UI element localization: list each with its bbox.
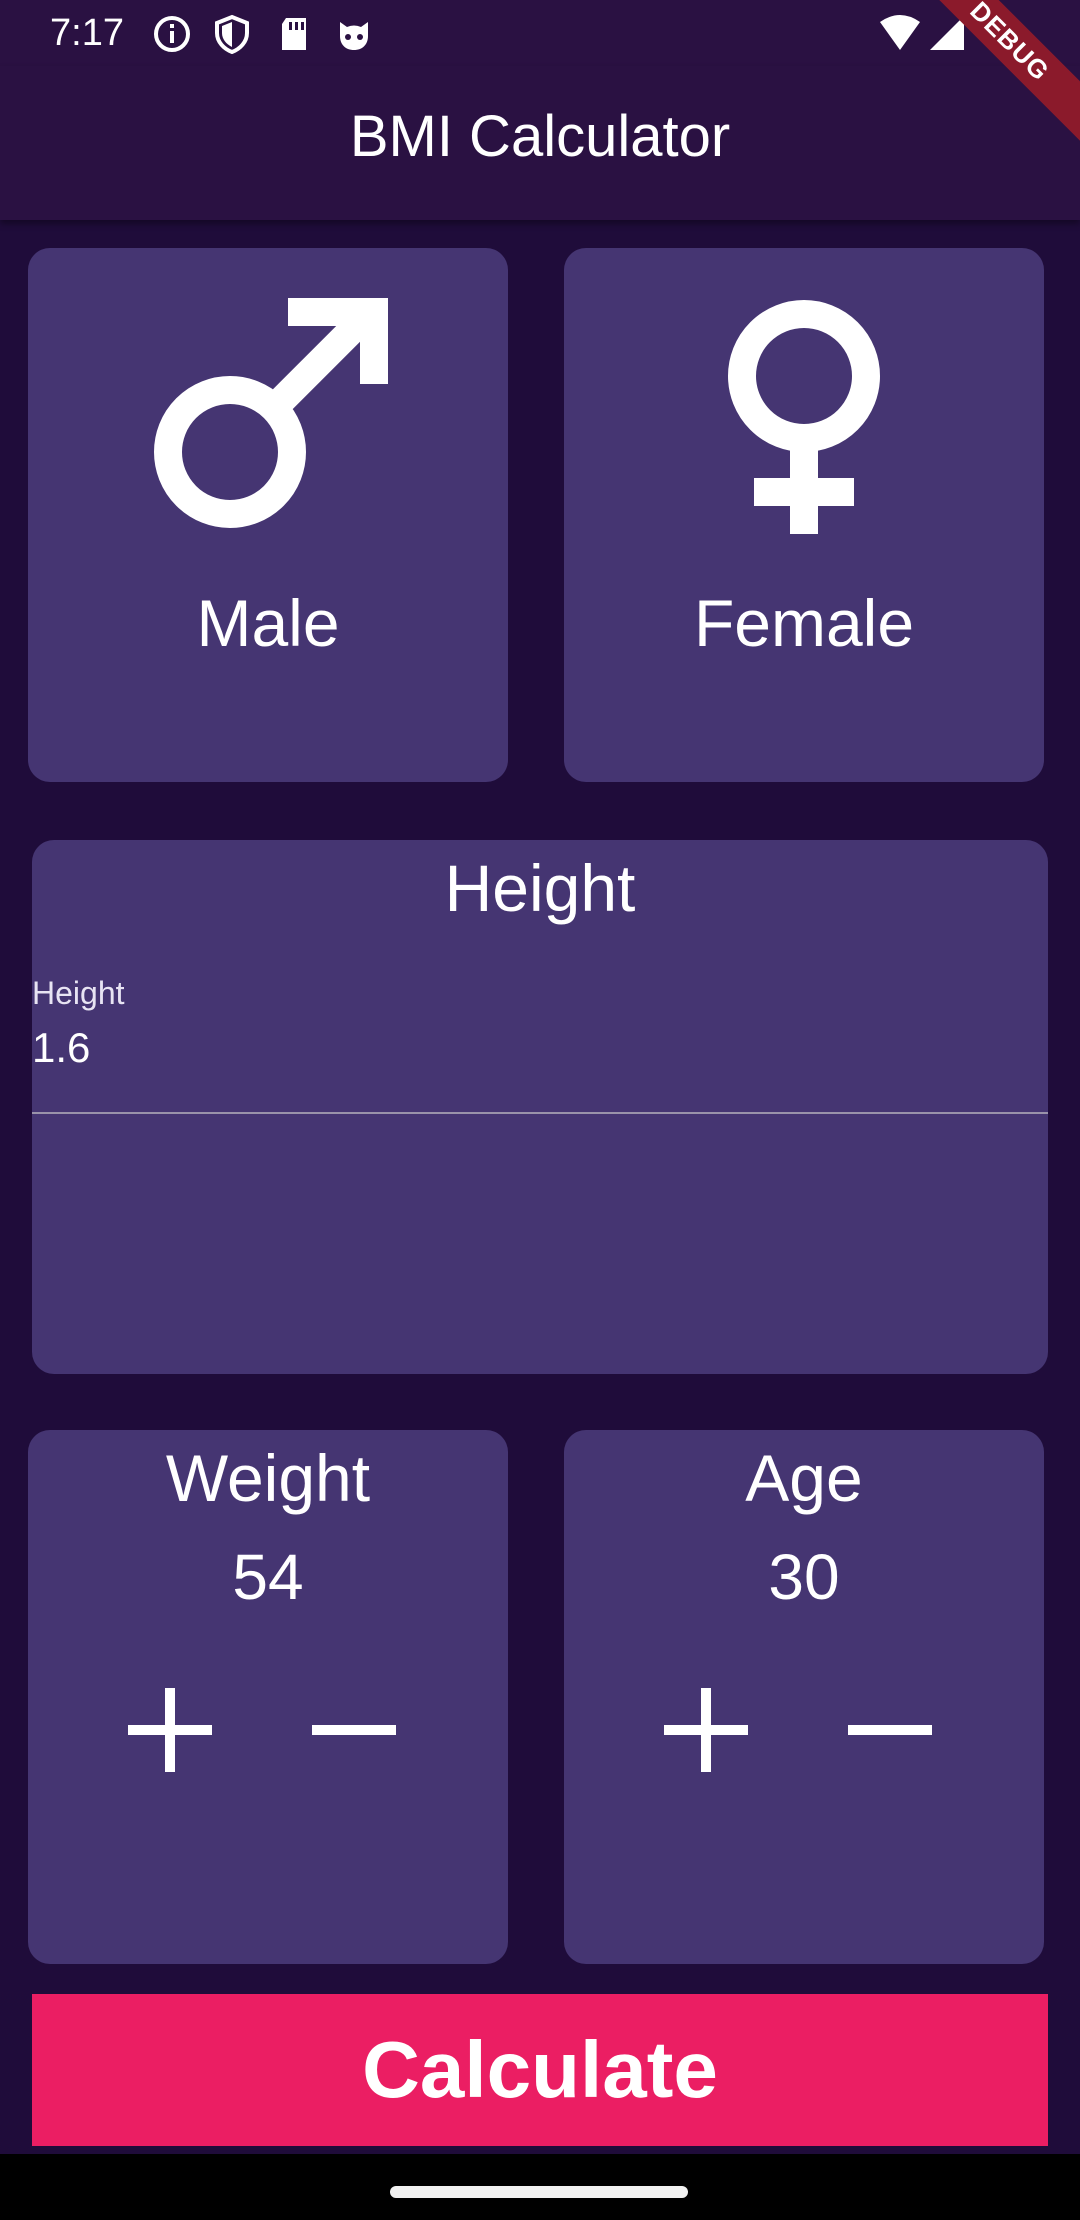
height-field-label: Height <box>32 975 125 1011</box>
minus-icon <box>848 1725 932 1735</box>
age-value: 30 <box>768 1541 840 1613</box>
app-title: BMI Calculator <box>349 104 731 169</box>
plus-icon <box>128 1688 212 1772</box>
weight-card: Weight 54 <box>28 1430 508 1964</box>
sd-card-icon <box>274 14 314 54</box>
home-gesture-handle[interactable] <box>390 2186 688 2198</box>
status-time: 7:17 <box>50 12 124 54</box>
female-card[interactable]: Female <box>564 248 1044 782</box>
age-card: Age 30 <box>564 1430 1044 1964</box>
status-bar: 7:17 <box>0 0 1080 66</box>
height-title: Height <box>444 851 636 925</box>
weight-increment-button[interactable] <box>120 1680 220 1780</box>
height-card: Height Height <box>32 840 1048 1374</box>
female-icon <box>728 300 880 534</box>
weight-title: Weight <box>165 1441 371 1515</box>
female-label: Female <box>693 586 915 660</box>
minus-icon <box>312 1725 396 1735</box>
weight-value: 54 <box>232 1541 304 1613</box>
male-card[interactable]: Male <box>28 248 508 782</box>
app-bar: BMI Calculator <box>0 66 1080 220</box>
nav-bar <box>0 2154 1080 2220</box>
wifi-icon <box>878 14 922 54</box>
age-title: Age <box>745 1441 863 1515</box>
weight-decrement-button[interactable] <box>304 1680 404 1780</box>
info-icon <box>152 14 192 54</box>
height-input-underline <box>32 1112 1048 1114</box>
plus-icon <box>664 1688 748 1772</box>
age-decrement-button[interactable] <box>840 1680 940 1780</box>
male-label: Male <box>196 586 340 660</box>
male-icon <box>154 298 388 528</box>
age-increment-button[interactable] <box>656 1680 756 1780</box>
height-input[interactable] <box>32 1018 1048 1078</box>
shield-icon <box>212 14 252 55</box>
cat-icon <box>334 14 374 54</box>
screen: 7:17 BMI Calculator DEBUG Male Female He… <box>0 0 1080 2220</box>
calculate-button[interactable]: Calculate <box>32 1994 1048 2146</box>
